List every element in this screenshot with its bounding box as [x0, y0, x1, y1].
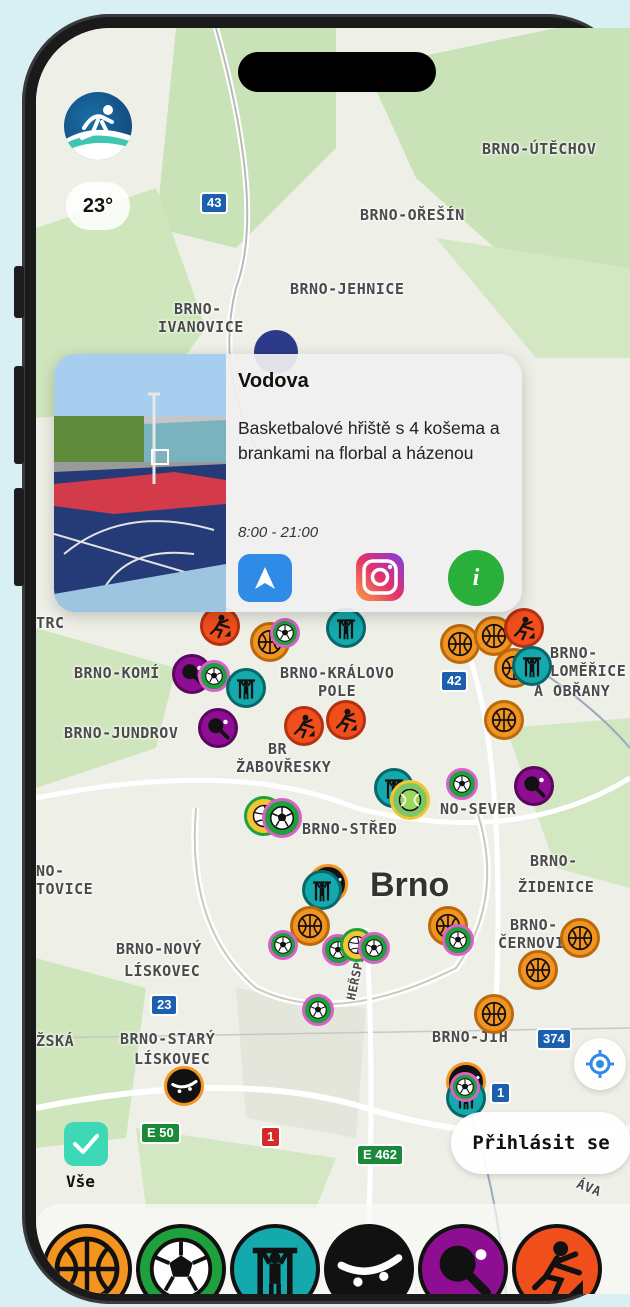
map-marker-climbing[interactable] [326, 700, 366, 740]
map-marker-basketball[interactable] [560, 918, 600, 958]
climbing-icon [520, 1232, 594, 1294]
side-button [14, 366, 24, 464]
district-label: BRNO-STŘED [302, 820, 398, 838]
district-label: ŽSKÁ [36, 1032, 75, 1050]
district-label: POLE [318, 682, 357, 700]
venue-hours: 8:00 - 21:00 [238, 524, 319, 541]
info-button[interactable]: i [448, 550, 504, 606]
dynamic-island [238, 52, 436, 92]
map-marker-tennis[interactable] [390, 780, 430, 820]
map-marker-soccer[interactable] [268, 930, 298, 960]
venue-popup[interactable]: Vodova Basketbalové hřiště s 4 košema a … [54, 354, 522, 612]
map-marker-table-tennis[interactable] [198, 708, 238, 748]
district-label: TOVICE [36, 880, 94, 898]
location-target-icon [586, 1050, 614, 1078]
road-shield: 42 [440, 670, 469, 692]
map-marker-soccer[interactable] [450, 1072, 480, 1102]
map-marker-climbing[interactable] [504, 608, 544, 648]
app-screen: BRNO-ÚTĚCHOV BRNO-OŘEŠÍN BRNO-JEHNICE BR… [36, 28, 630, 1294]
venue-title: Vodova [238, 370, 309, 392]
navigate-button[interactable] [238, 554, 292, 602]
district-label: BRNO- [550, 644, 598, 662]
side-button [14, 266, 24, 318]
instagram-icon [356, 553, 404, 601]
map-marker-fitness[interactable] [326, 608, 366, 648]
venue-description: Basketbalové hřiště s 4 košema a brankam… [238, 418, 500, 463]
skateboard-icon [332, 1232, 406, 1294]
district-label: BRNO-JEHNICE [290, 280, 405, 298]
soccer-ball-icon [142, 1230, 220, 1294]
map-marker-table-tennis[interactable] [514, 766, 554, 806]
district-label: TRC [36, 614, 65, 632]
city-label: Brno [370, 866, 450, 904]
district-label: NO-SEVER [440, 800, 517, 818]
district-label: LOMĚŘICE [550, 662, 627, 680]
map-marker-soccer[interactable] [446, 768, 478, 800]
district-label: BRNO-JUNDROV [64, 724, 179, 742]
side-button [14, 488, 24, 586]
district-label: IVANOVICE [158, 318, 244, 336]
road-shield: 1 [260, 1126, 282, 1148]
map-marker-soccer[interactable] [358, 932, 390, 964]
district-label: BRNO- [510, 916, 558, 934]
road-shield: 1 [490, 1082, 512, 1104]
district-label: BRNO-NOVÝ [116, 940, 202, 958]
map-marker-climbing[interactable] [200, 606, 240, 646]
select-all-label: Vše [66, 1172, 95, 1191]
map-marker-basketball[interactable] [518, 950, 558, 990]
login-button[interactable]: Přihlásit se [451, 1112, 630, 1174]
district-label: ČERNOVI [498, 934, 565, 952]
district-label: LÍSKOVEC [124, 962, 201, 980]
map-marker-basketball[interactable] [474, 994, 514, 1034]
road-shield: 23 [150, 994, 179, 1016]
district-label: BRNO- [530, 852, 578, 870]
road-shield: 374 [536, 1028, 572, 1050]
pull-up-bar-icon [238, 1232, 312, 1294]
temperature-badge: 23° [66, 182, 130, 230]
district-label: A OBŘANY [534, 682, 611, 700]
road-shield: E 462 [356, 1144, 404, 1166]
district-label: BRNO- [174, 300, 222, 318]
map-marker-fitness[interactable] [226, 668, 266, 708]
checkmark-icon [73, 1134, 99, 1154]
map-marker-soccer[interactable] [262, 798, 302, 838]
locate-me-button[interactable] [574, 1038, 626, 1090]
map-marker-basketball[interactable] [484, 700, 524, 740]
district-label: ŽABOVŘESKY [236, 758, 332, 776]
select-all-checkbox[interactable] [64, 1122, 108, 1166]
district-label: BRNO-KOMÍ [74, 664, 160, 682]
road-shield: E 50 [140, 1122, 181, 1144]
basketball-icon [47, 1229, 127, 1294]
district-label: BR [268, 740, 288, 758]
district-label: BRNO-ÚTĚCHOV [482, 140, 597, 158]
district-label: BRNO-OŘEŠÍN [360, 206, 465, 224]
ping-pong-paddle-icon [427, 1233, 499, 1294]
map-marker-soccer[interactable] [442, 924, 474, 956]
app-logo-icon[interactable] [64, 92, 132, 160]
map-marker-climbing[interactable] [284, 706, 324, 746]
navigation-arrow-icon [255, 567, 275, 589]
map-marker-soccer[interactable] [302, 994, 334, 1026]
district-label: ŽIDENICE [518, 878, 595, 896]
road-shield: 43 [200, 192, 229, 214]
map-marker-skate[interactable] [164, 1066, 204, 1106]
district-label: BRNO-STARÝ [120, 1030, 216, 1048]
map-marker-soccer[interactable] [270, 618, 300, 648]
venue-photo [54, 354, 226, 612]
map-marker-fitness[interactable] [512, 646, 552, 686]
instagram-button[interactable] [352, 553, 406, 602]
district-label: LÍSKOVEC [134, 1050, 211, 1068]
district-label: NO- [36, 862, 65, 880]
map-marker-fitness[interactable] [302, 870, 342, 910]
district-label: BRNO-KRÁLOVO [280, 664, 395, 682]
